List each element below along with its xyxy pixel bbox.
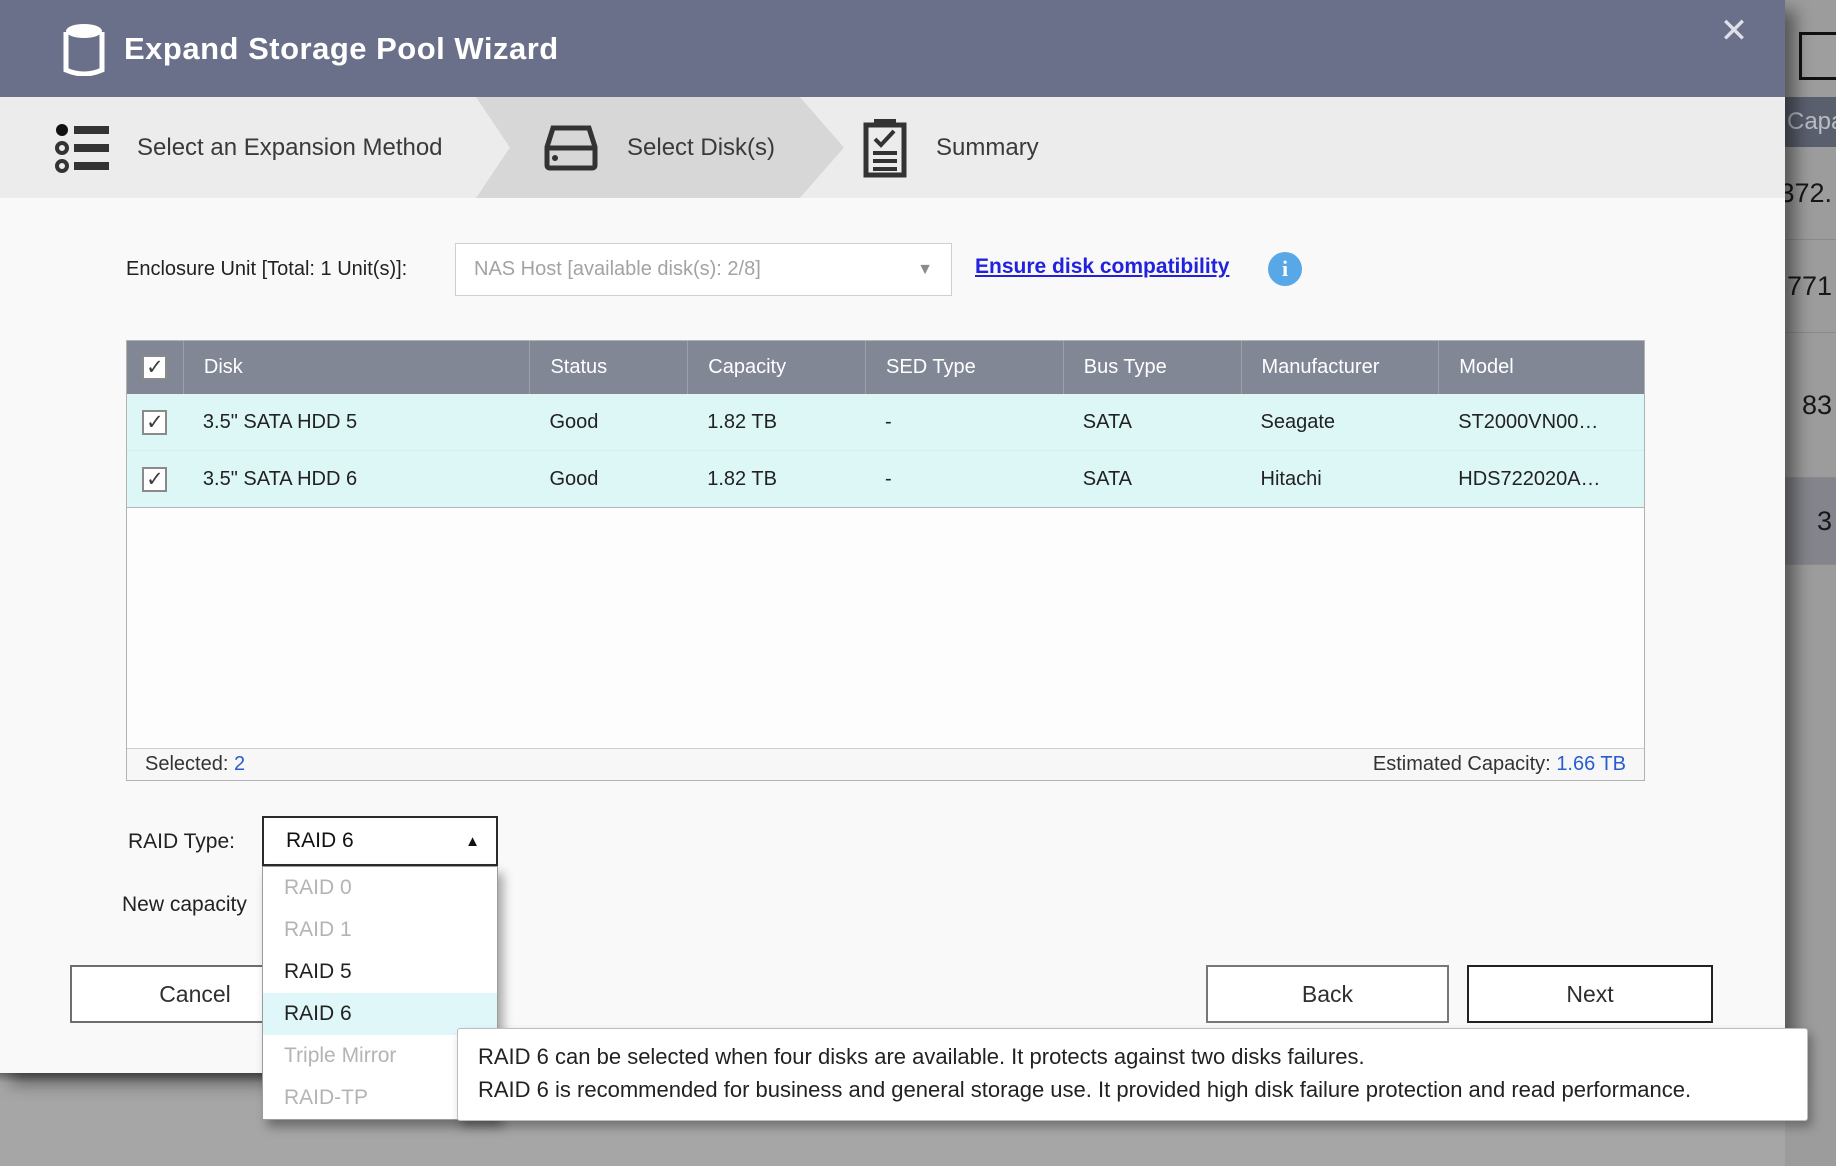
col-disk[interactable]: Disk (183, 341, 530, 394)
close-icon[interactable]: ✕ (1711, 8, 1757, 54)
screen: Capa 372. 771 83 3 Expand Storage Pool W… (0, 0, 1836, 1166)
step-label: Select an Expansion Method (137, 134, 443, 162)
list-icon (55, 120, 109, 176)
enclosure-unit-value: NAS Host [available disk(s): 2/8] (474, 258, 917, 281)
estimated-capacity-label: Estimated Capacity: (1373, 753, 1551, 776)
cell-sed: - (865, 451, 1063, 507)
background-cell: 83 (1785, 333, 1836, 478)
back-button[interactable]: Back (1206, 965, 1449, 1023)
disk-drive-icon (543, 125, 599, 171)
raid-type-value: RAID 6 (286, 829, 465, 853)
next-button[interactable]: Next (1467, 965, 1713, 1023)
cell-sed: - (865, 394, 1063, 450)
cell-manufacturer: Hitachi (1241, 451, 1439, 507)
wizard-steps: Select an Expansion Method Select Disk(s… (0, 97, 1785, 198)
step-select-disks[interactable]: Select Disk(s) (543, 97, 775, 198)
cell-status: Good (529, 394, 687, 450)
cell-capacity: 1.82 TB (687, 394, 865, 450)
selected-count: 2 (234, 753, 245, 776)
step-label: Select Disk(s) (627, 134, 775, 162)
step-select-expansion-method[interactable]: Select an Expansion Method (55, 97, 443, 198)
select-all-checkbox[interactable]: ✓ (142, 355, 167, 380)
col-sed-type[interactable]: SED Type (865, 341, 1063, 394)
raid6-tooltip: RAID 6 can be selected when four disks a… (457, 1028, 1808, 1121)
background-cell: 372. (1785, 147, 1836, 240)
chevron-up-icon: ▲ (465, 833, 480, 850)
col-model[interactable]: Model (1438, 341, 1644, 394)
col-manufacturer[interactable]: Manufacturer (1241, 341, 1439, 394)
step-summary[interactable]: Summary (862, 97, 1039, 198)
storage-pool-icon (62, 22, 106, 76)
cell-status: Good (529, 451, 687, 507)
table-row[interactable]: ✓ 3.5" SATA HDD 6 Good 1.82 TB - SATA Hi… (127, 451, 1644, 508)
background-cell: 771 (1785, 240, 1836, 333)
estimated-capacity-value: 1.66 TB (1556, 753, 1626, 776)
option-raid-1: RAID 1 (263, 909, 497, 951)
ensure-disk-compatibility-link[interactable]: Ensure disk compatibility (975, 255, 1229, 279)
row-checkbox[interactable]: ✓ (142, 467, 167, 492)
raid-type-dropdown[interactable]: RAID 6 ▲ (262, 816, 498, 866)
summary-clipboard-icon (862, 117, 908, 179)
option-raid-0: RAID 0 (263, 867, 497, 909)
cell-disk: 3.5" SATA HDD 5 (183, 394, 530, 450)
cell-bus: SATA (1063, 451, 1241, 507)
cell-capacity: 1.82 TB (687, 451, 865, 507)
info-icon[interactable]: i (1268, 252, 1302, 286)
step-label: Summary (936, 134, 1039, 162)
background-cell-box (1799, 32, 1836, 80)
cell-manufacturer: Seagate (1241, 394, 1439, 450)
selected-label: Selected: (145, 753, 228, 776)
col-capacity[interactable]: Capacity (687, 341, 865, 394)
col-bus-type[interactable]: Bus Type (1063, 341, 1241, 394)
chevron-down-icon: ▼ (917, 261, 933, 279)
tooltip-line-2: RAID 6 is recommended for business and g… (478, 1074, 1787, 1107)
background-column-header: Capa (1785, 97, 1836, 147)
disk-table-header: ✓ Disk Status Capacity SED Type Bus Type… (127, 341, 1644, 394)
enclosure-unit-dropdown[interactable]: NAS Host [available disk(s): 2/8] ▼ (455, 243, 952, 296)
dialog-title: Expand Storage Pool Wizard (124, 31, 559, 67)
background-cell: 3 (1785, 478, 1836, 565)
raid-type-label: RAID Type: (128, 830, 235, 854)
cell-model: ST2000VN00… (1438, 394, 1644, 450)
new-capacity-label: New capacity (122, 893, 247, 917)
cell-bus: SATA (1063, 394, 1241, 450)
cell-model: HDS722020A… (1438, 451, 1644, 507)
cell-disk: 3.5" SATA HDD 6 (183, 451, 530, 507)
option-raid-5[interactable]: RAID 5 (263, 951, 497, 993)
disk-table: ✓ Disk Status Capacity SED Type Bus Type… (126, 340, 1645, 781)
table-row[interactable]: ✓ 3.5" SATA HDD 5 Good 1.82 TB - SATA Se… (127, 394, 1644, 451)
row-checkbox[interactable]: ✓ (142, 410, 167, 435)
tooltip-line-1: RAID 6 can be selected when four disks a… (478, 1041, 1787, 1074)
background-app-table: Capa 372. 771 83 3 (1785, 0, 1836, 1166)
enclosure-unit-label: Enclosure Unit [Total: 1 Unit(s)]: (126, 258, 407, 281)
dialog-titlebar: Expand Storage Pool Wizard ✕ (0, 0, 1785, 97)
disk-table-footer: Selected: 2 Estimated Capacity: 1.66 TB (127, 748, 1644, 780)
col-status[interactable]: Status (529, 341, 687, 394)
